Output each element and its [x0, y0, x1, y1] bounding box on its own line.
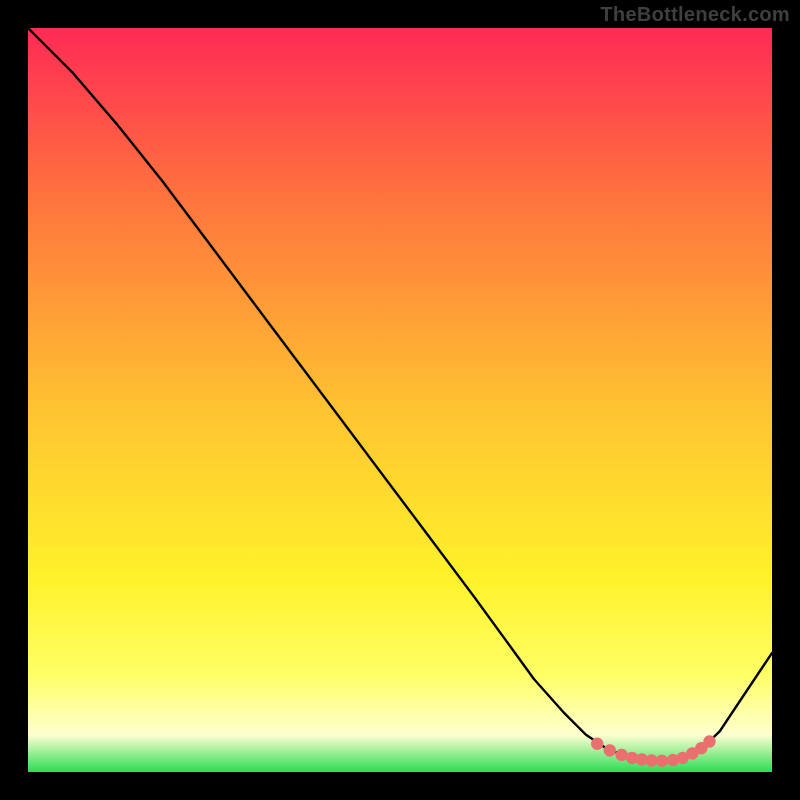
optimal-marker: [616, 749, 628, 761]
optimal-marker: [656, 755, 668, 767]
chart-stage: { "watermark": "TheBottleneck.com", "col…: [0, 0, 800, 800]
optimal-marker: [591, 738, 603, 750]
gradient-plot-area: [28, 28, 772, 772]
optimal-marker: [703, 735, 715, 747]
bottleneck-chart: [0, 0, 800, 800]
optimal-marker: [604, 744, 616, 756]
watermark: TheBottleneck.com: [600, 4, 790, 27]
